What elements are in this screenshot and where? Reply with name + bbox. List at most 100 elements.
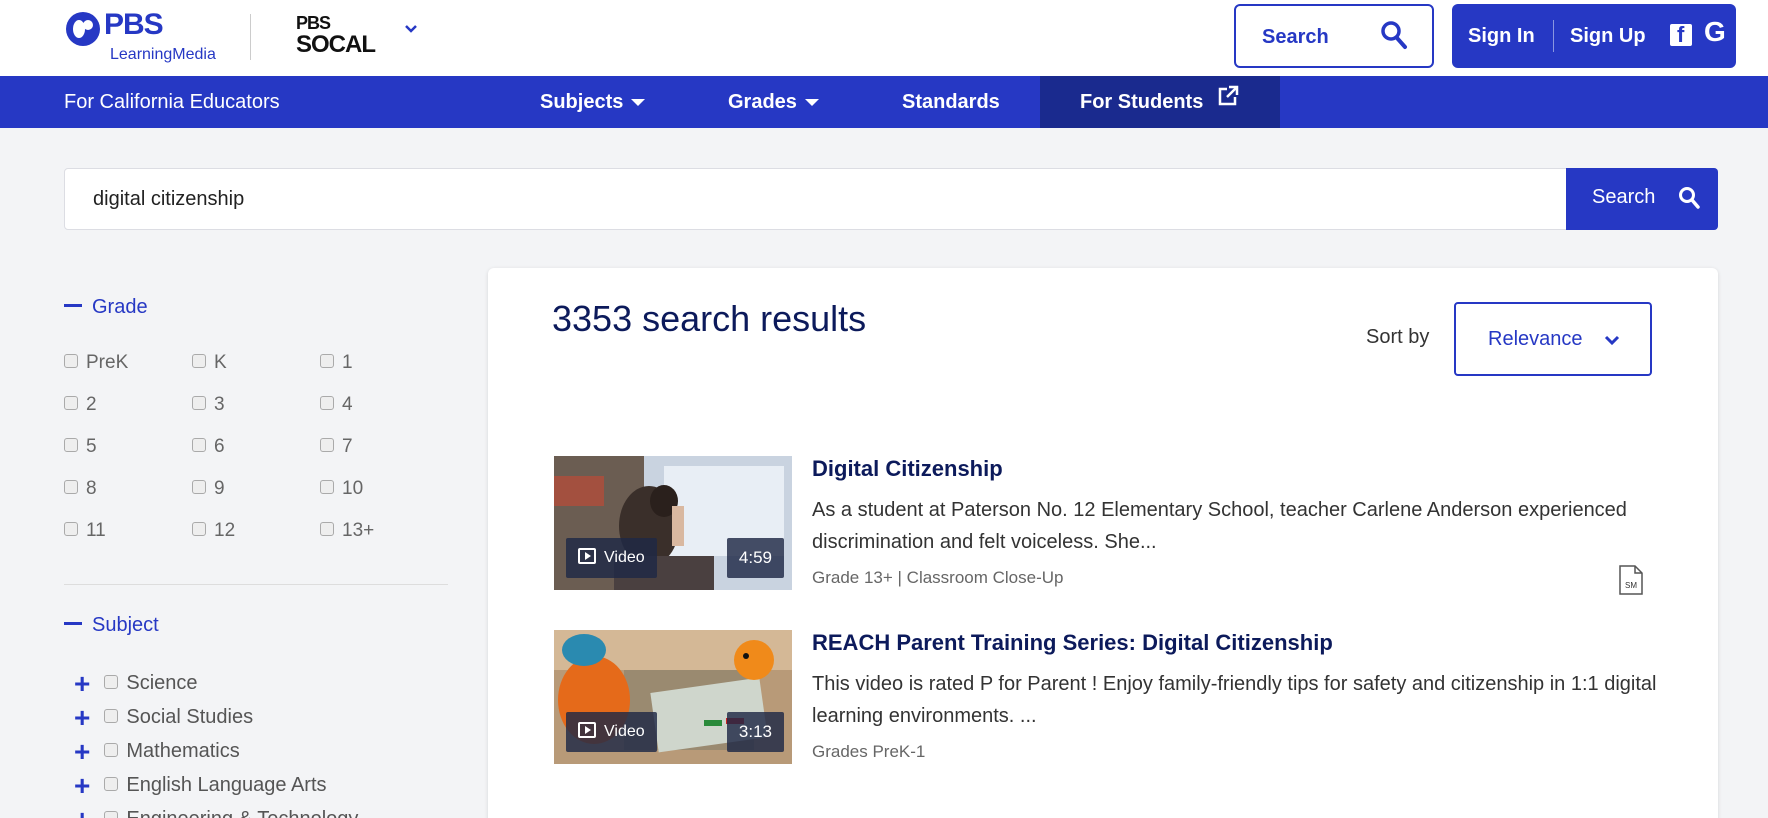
grade-option[interactable]: 4 — [320, 394, 353, 416]
subject-option-label: Social Studies — [126, 706, 254, 728]
result-thumbnail[interactable]: Video 3:13 — [554, 630, 792, 764]
google-icon[interactable]: G — [1704, 16, 1726, 48]
nav-subjects[interactable]: Subjects — [540, 76, 646, 128]
grade-option[interactable]: 13+ — [320, 520, 374, 542]
main-nav: For California Educators Subjects Grades… — [0, 76, 1768, 128]
nav-grades-label: Grades — [728, 91, 797, 113]
grade-option[interactable]: 2 — [64, 394, 97, 416]
search-icon — [1380, 20, 1408, 55]
sign-in-link[interactable]: Sign In — [1468, 25, 1535, 48]
checkbox[interactable] — [104, 776, 119, 791]
checkbox[interactable] — [104, 742, 119, 757]
expand-plus-icon[interactable]: + — [74, 805, 90, 818]
sign-up-link[interactable]: Sign Up — [1570, 25, 1646, 48]
results-panel: 3353 search results Sort by Relevance Vi… — [488, 268, 1718, 818]
facebook-icon[interactable]: f — [1670, 22, 1692, 47]
video-type-badge: Video — [566, 712, 657, 752]
result-thumbnail[interactable]: Video 4:59 — [554, 456, 792, 590]
subject-option-label: Mathematics — [126, 740, 240, 762]
checkbox[interactable] — [320, 395, 334, 410]
grade-option-label: 2 — [86, 394, 97, 415]
collapse-icon — [64, 304, 82, 308]
external-link-icon — [1217, 75, 1239, 127]
play-icon — [578, 722, 596, 739]
auth-separator — [1553, 20, 1554, 52]
chevron-down-icon[interactable] — [404, 24, 418, 38]
grade-option[interactable]: 8 — [64, 478, 97, 500]
checkbox[interactable] — [192, 479, 206, 494]
checkbox[interactable] — [320, 437, 334, 452]
checkbox[interactable] — [320, 353, 334, 368]
grade-option[interactable]: 9 — [192, 478, 225, 500]
search-submit-button[interactable]: Search — [1566, 168, 1718, 230]
checkbox[interactable] — [320, 479, 334, 494]
grade-option[interactable]: 10 — [320, 478, 363, 500]
grade-option-label: 4 — [342, 394, 353, 415]
checkbox[interactable] — [64, 437, 78, 452]
subject-option[interactable]: + English Language Arts — [74, 771, 327, 799]
grade-option[interactable]: 3 — [192, 394, 225, 416]
grade-option-label: PreK — [86, 352, 129, 373]
grade-option[interactable]: 7 — [320, 436, 353, 458]
result-item: Video 4:59 Digital Citizenship As a stud… — [554, 456, 1654, 596]
expand-plus-icon[interactable]: + — [74, 737, 90, 765]
region-label: For California Educators — [64, 91, 280, 113]
nav-grades[interactable]: Grades — [728, 76, 819, 128]
grade-option[interactable]: K — [192, 352, 227, 374]
header-search-button[interactable]: Search — [1234, 4, 1434, 68]
subject-facet-toggle[interactable]: Subject — [64, 614, 159, 637]
station-logo[interactable]: PBS SOCAL — [296, 12, 376, 64]
grade-option-label: 6 — [214, 436, 225, 457]
grade-option[interactable]: 5 — [64, 436, 97, 458]
subject-option[interactable]: + Engineering & Technology — [74, 805, 358, 818]
pbs-learningmedia-logo[interactable]: PBS LearningMedia — [66, 8, 236, 66]
checkbox[interactable] — [104, 810, 119, 818]
result-title-link[interactable]: Digital Citizenship — [812, 456, 1003, 482]
checkbox[interactable] — [104, 708, 119, 723]
video-duration: 3:13 — [726, 712, 784, 752]
nav-subjects-label: Subjects — [540, 91, 624, 113]
checkbox[interactable] — [64, 479, 78, 494]
grade-option[interactable]: 6 — [192, 436, 225, 458]
sort-value: Relevance — [1488, 328, 1583, 350]
grade-facet-toggle[interactable]: Grade — [64, 296, 148, 319]
subject-option[interactable]: + Mathematics — [74, 737, 240, 765]
grade-option[interactable]: 12 — [192, 520, 235, 542]
expand-plus-icon[interactable]: + — [74, 703, 90, 731]
grade-facet-label: Grade — [92, 296, 148, 318]
grade-option[interactable]: 1 — [320, 352, 353, 374]
checkbox[interactable] — [320, 521, 334, 536]
expand-plus-icon[interactable]: + — [74, 771, 90, 799]
checkbox[interactable] — [192, 353, 206, 368]
pbs-head-icon — [66, 12, 100, 46]
grade-option-label: K — [214, 352, 227, 373]
checkbox[interactable] — [64, 395, 78, 410]
header-search-label: Search — [1262, 26, 1329, 48]
grade-option[interactable]: PreK — [64, 352, 128, 374]
result-title-link[interactable]: REACH Parent Training Series: Digital Ci… — [812, 630, 1333, 656]
checkbox[interactable] — [192, 437, 206, 452]
filter-sidebar: Grade PreK K 1 2 3 4 5 6 7 8 9 10 11 12 … — [64, 290, 448, 818]
subject-option[interactable]: + Social Studies — [74, 703, 254, 731]
support-materials-icon[interactable]: SM — [1618, 564, 1644, 596]
checkbox[interactable] — [104, 674, 119, 689]
search-submit-label: Search — [1592, 186, 1656, 208]
checkbox[interactable] — [64, 353, 78, 368]
checkbox[interactable] — [192, 521, 206, 536]
search-input[interactable] — [65, 169, 1565, 229]
nav-for-students[interactable]: For Students — [1040, 76, 1280, 128]
checkbox[interactable] — [192, 395, 206, 410]
expand-plus-icon[interactable]: + — [74, 669, 90, 697]
sort-dropdown[interactable]: Relevance — [1454, 302, 1652, 376]
subject-option[interactable]: + Science — [74, 669, 198, 697]
top-header: PBS LearningMedia PBS SOCAL Search Sign … — [0, 0, 1768, 76]
checkbox[interactable] — [64, 521, 78, 536]
results-count: 3353 search results — [552, 298, 867, 339]
nav-standards[interactable]: Standards — [902, 76, 1000, 128]
video-type-label: Video — [604, 549, 645, 566]
sort-label: Sort by — [1366, 326, 1430, 348]
subject-facet-label: Subject — [92, 614, 159, 636]
grade-option[interactable]: 11 — [64, 520, 106, 542]
play-icon — [578, 548, 596, 565]
grade-option-label: 1 — [342, 352, 353, 373]
